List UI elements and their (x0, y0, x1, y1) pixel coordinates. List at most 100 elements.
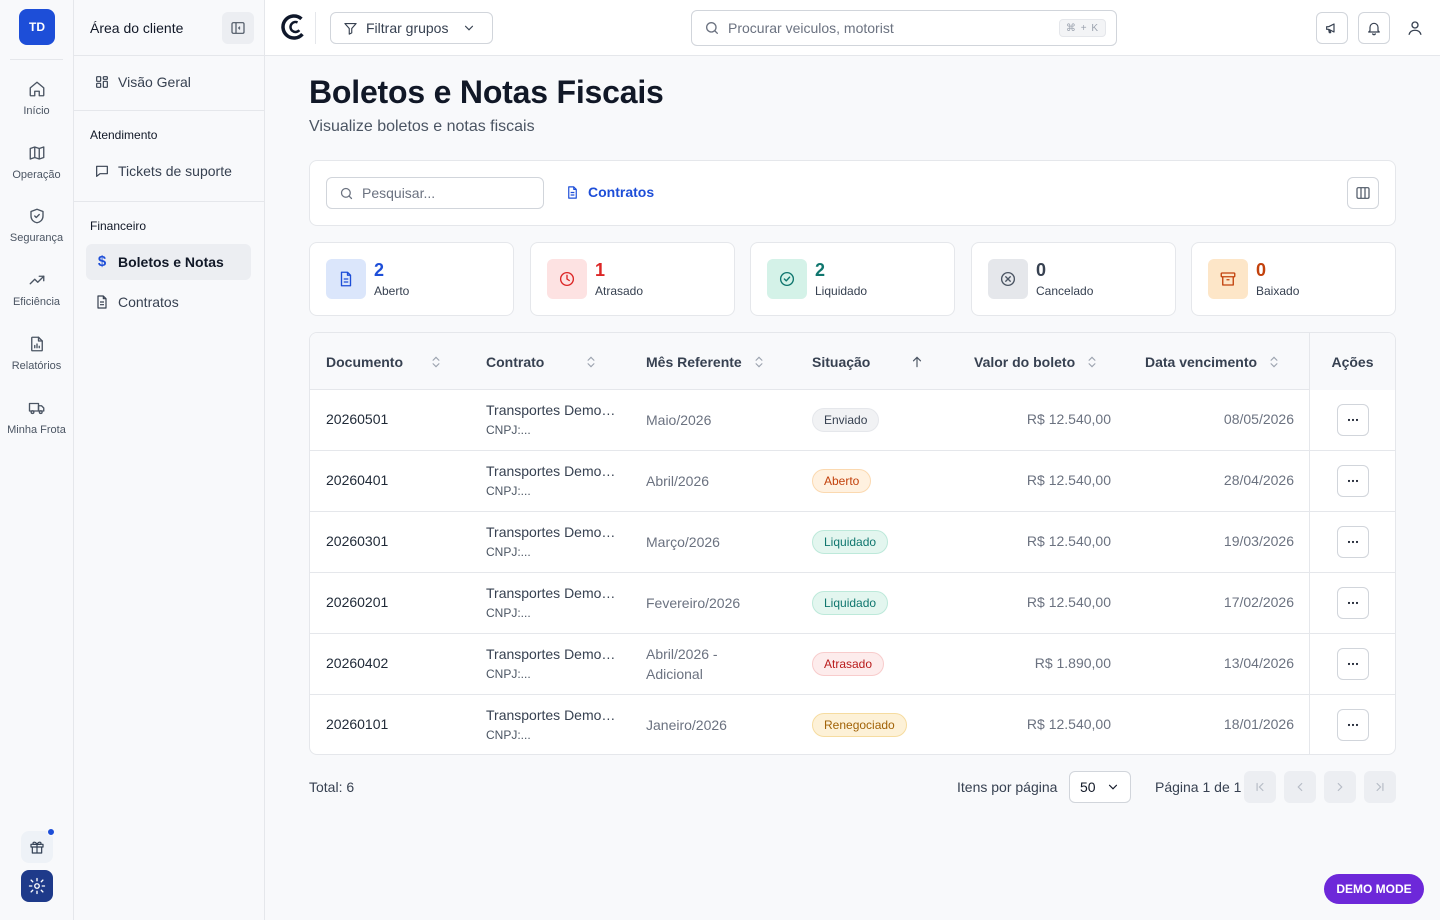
chevron-down-icon (465, 25, 474, 31)
stat-card-aberto[interactable]: 2 Aberto (309, 242, 514, 316)
table-row[interactable]: 20260201 Transportes Demo Ltda CNPJ:... … (310, 573, 1395, 634)
rail-item-minha-frota[interactable]: Minha Frota (0, 399, 73, 455)
rail-item-inicio[interactable]: Início (0, 80, 73, 136)
stat-card-atrasado[interactable]: 1 Atrasado (530, 242, 735, 316)
stat-icon-box (547, 259, 587, 299)
last-page-button[interactable] (1364, 771, 1396, 803)
total-count: Total: 6 (309, 779, 355, 795)
items-per-page-select[interactable]: 50 (1069, 771, 1131, 803)
stat-card-liquidado[interactable]: 2 Liquidado (750, 242, 955, 316)
table-row[interactable]: 20260101 Transportes Demo Ltda CNPJ:... … (310, 695, 1395, 754)
sidebar-group-atendimento: Atendimento (90, 128, 158, 142)
settings-button[interactable] (21, 870, 53, 902)
sidebar-collapse-button[interactable] (222, 12, 254, 44)
map-icon (29, 146, 44, 160)
table-toolbar: Contratos (309, 160, 1396, 226)
cell-vencimento: 28/04/2026 (1223, 472, 1294, 488)
column-header-vencimento[interactable]: Data vencimento (1145, 333, 1281, 390)
announcements-button[interactable] (1316, 12, 1348, 44)
megaphone-icon (1326, 23, 1335, 34)
sidebar-title: Área do cliente (90, 20, 184, 36)
gift-button[interactable] (21, 828, 55, 863)
sidebar-item-boletos[interactable]: $ Boletos e Notas (86, 244, 251, 280)
first-page-button[interactable] (1244, 771, 1276, 803)
cell-cnpj: CNPJ:... (486, 423, 531, 437)
column-header-situacao[interactable]: Situação (812, 333, 924, 390)
sidebar-item-visao-geral[interactable]: Visão Geral (86, 64, 251, 100)
app-logo[interactable] (281, 14, 307, 40)
column-header-contrato[interactable]: Contrato (486, 333, 598, 390)
cell-vencimento: 18/01/2026 (1223, 716, 1294, 732)
stat-icon-box (1208, 259, 1248, 299)
bell-icon (1368, 22, 1380, 36)
filter-groups-label: Filtrar grupos (366, 20, 449, 36)
company-avatar[interactable]: TD (19, 9, 55, 45)
row-actions-button[interactable] (1336, 709, 1369, 741)
row-actions-button[interactable] (1336, 404, 1369, 436)
column-header-valor[interactable]: Valor do boleto (974, 333, 1099, 390)
rail-item-relatorios[interactable]: Relatórios (0, 335, 73, 391)
rail-item-eficiencia[interactable]: Eficiência (0, 271, 73, 327)
table-row[interactable]: 20260501 Transportes Demo Ltda CNPJ:... … (310, 390, 1395, 451)
clock-icon (559, 271, 575, 287)
cell-vencimento: 19/03/2026 (1223, 533, 1294, 549)
sidebar-item-label: Contratos (118, 294, 179, 310)
column-header-acoes: Ações (1309, 333, 1395, 390)
table-row[interactable]: 20260402 Transportes Demo Ltda CNPJ:... … (310, 634, 1395, 695)
rail-item-seguranca[interactable]: Segurança (0, 207, 73, 263)
cell-documento: 20260201 (326, 594, 389, 610)
stat-value: 0 (1256, 260, 1267, 280)
cell-cnpj: CNPJ:... (486, 484, 531, 498)
chevrons-left-icon (1256, 782, 1264, 792)
items-per-page-label: Itens por página (957, 779, 1058, 795)
cell-valor: R$ 12.540,00 (1026, 411, 1111, 427)
sidebar-item-contratos[interactable]: Contratos (86, 284, 251, 320)
row-actions-button[interactable] (1336, 465, 1369, 497)
column-header-documento[interactable]: Documento (326, 333, 443, 390)
status-badge: Atrasado (812, 652, 885, 676)
rail-item-label: Início (23, 105, 50, 117)
sort-icon (587, 356, 595, 367)
column-header-label: Mês Referente (646, 353, 742, 370)
previous-page-button[interactable] (1284, 771, 1316, 803)
table-row[interactable]: 20260301 Transportes Demo Ltda CNPJ:... … (310, 512, 1395, 573)
demo-mode-badge[interactable]: DEMO MODE (1324, 874, 1424, 904)
sidebar: Área do cliente Visão Geral Atendimento … (74, 0, 265, 920)
row-actions-button[interactable] (1336, 587, 1369, 619)
row-actions-button[interactable] (1336, 648, 1369, 680)
cell-cnpj: CNPJ:... (486, 728, 531, 742)
filter-groups-button[interactable]: Filtrar grupos (330, 12, 493, 44)
global-search-input[interactable] (728, 20, 1048, 36)
column-header-mes[interactable]: Mês Referente (646, 333, 766, 390)
contracts-link[interactable]: Contratos (565, 184, 654, 200)
table-search[interactable] (326, 177, 544, 209)
stat-card-cancelado[interactable]: 0 Cancelado (971, 242, 1176, 316)
rail-item-operacao[interactable]: Operação (0, 144, 73, 200)
stat-card-baixado[interactable]: 0 Baixado (1191, 242, 1396, 316)
stat-label: Cancelado (1036, 284, 1094, 298)
columns-toggle-button[interactable] (1347, 177, 1379, 209)
file-text-icon (97, 295, 107, 309)
column-header-label: Situação (812, 353, 871, 370)
cell-mes: Maio/2026 (646, 412, 712, 428)
cell-acoes (1309, 390, 1395, 450)
table-row[interactable]: 20260401 Transportes Demo Ltda CNPJ:... … (310, 451, 1395, 512)
cell-valor: R$ 12.540,00 (1026, 716, 1111, 732)
sidebar-item-label: Boletos e Notas (118, 254, 224, 270)
table-search-input[interactable] (362, 185, 532, 201)
cell-cnpj: CNPJ:... (486, 606, 531, 620)
notification-dot (47, 828, 55, 836)
gift-icon (30, 841, 44, 854)
sidebar-item-tickets[interactable]: Tickets de suporte (86, 153, 251, 189)
next-page-button[interactable] (1324, 771, 1356, 803)
user-menu-button[interactable] (1399, 12, 1431, 44)
keyboard-shortcut: ⌘ + K (1058, 19, 1106, 37)
shield-icon (29, 208, 44, 224)
file-chart-icon (30, 336, 43, 352)
rail-item-label: Segurança (9, 232, 64, 244)
status-badge: Enviado (812, 408, 880, 432)
stat-icon-box (326, 259, 366, 299)
global-search[interactable]: ⌘ + K (691, 10, 1117, 46)
row-actions-button[interactable] (1336, 526, 1369, 558)
notifications-button[interactable] (1358, 12, 1390, 44)
